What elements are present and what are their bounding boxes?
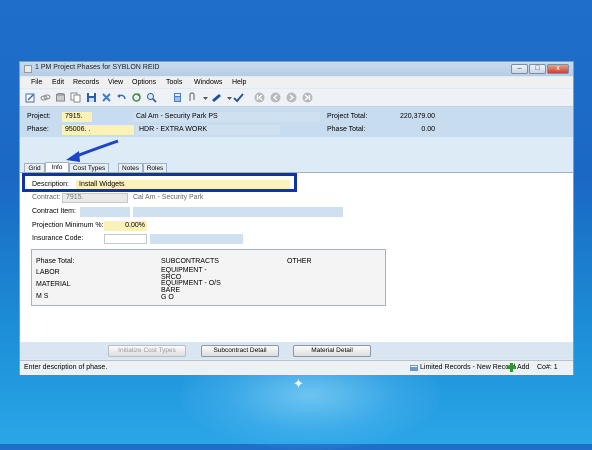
annotation-arrow [66,139,119,162]
